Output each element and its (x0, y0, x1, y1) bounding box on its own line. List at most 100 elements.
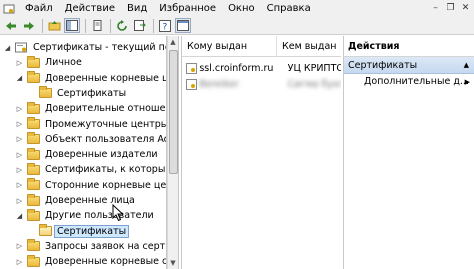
tree-item[interactable]: ▷ Доверительные отношения в (15, 101, 166, 116)
expand-arrow-icon[interactable]: ▷ (15, 258, 24, 266)
tree-item-label: Объект пользователя Active (45, 133, 166, 145)
menu-help[interactable]: Справка (261, 0, 317, 17)
show-hide-tree-icon[interactable] (64, 18, 80, 33)
expand-arrow-icon[interactable]: ▷ (15, 120, 24, 128)
folder-icon (38, 86, 52, 99)
tree-item[interactable]: ▷ Объект пользователя Active (15, 132, 166, 147)
tree-item-label: Запросы заявок на сертифик (45, 240, 166, 252)
tree-item-label: Сертификаты, к которым нет (45, 164, 166, 176)
collapse-arrow-icon[interactable]: ◢ (3, 44, 12, 52)
expand-arrow-icon[interactable]: ▷ (15, 197, 24, 205)
folder-icon (26, 208, 40, 221)
toolbar-separator (153, 18, 154, 33)
expand-arrow-icon[interactable]: ▷ (15, 166, 24, 174)
tree-item-label: Доверенные издатели (45, 149, 158, 161)
menu-bar: Файл Действие Вид Избранное Окно Справка… (0, 0, 474, 17)
copy-icon[interactable] (89, 18, 105, 33)
tree-item-label: Сертификаты - текущий пользов (33, 42, 166, 53)
cell-issued-by: УЦ КРИПТО-ПРО (287, 62, 341, 74)
cell-issued-to: Bereiker (199, 78, 239, 90)
toolbar-separator (85, 18, 86, 33)
tree-item[interactable]: ▷ Доверенные издатели (15, 147, 160, 162)
toolbar-separator (42, 18, 43, 33)
minimize-icon[interactable]: – (429, 2, 442, 14)
menu-file[interactable]: Файл (19, 0, 59, 17)
certificate-icon (186, 62, 198, 74)
tree-item[interactable]: ◢ Сертификаты - текущий пользов (3, 40, 166, 55)
folder-icon (26, 254, 40, 267)
list-header: Кому выдан Кем выдан (182, 36, 341, 57)
scroll-down-icon[interactable]: ▼ (168, 257, 178, 269)
action-more-actions[interactable]: Дополнительные д... ▶ (344, 74, 474, 90)
collapse-arrow-icon[interactable]: ▲ (464, 57, 469, 74)
expand-arrow-icon[interactable]: ▷ (15, 151, 24, 159)
column-issued-to[interactable]: Кому выдан (182, 36, 277, 57)
back-arrow-icon[interactable] (3, 18, 19, 33)
action-label: Дополнительные д... (364, 76, 469, 87)
folder-icon (26, 132, 40, 145)
tree-item[interactable]: Сертификаты (27, 86, 128, 101)
tree-scrollbar[interactable]: ▲ ▼ (167, 36, 179, 269)
help-icon[interactable]: ? (157, 18, 173, 33)
menu-action[interactable]: Действие (59, 0, 121, 17)
column-label: Кому выдан (187, 41, 248, 52)
tree-item-label: Личное (45, 57, 82, 69)
export-list-icon[interactable] (132, 18, 148, 33)
tree-item[interactable]: ▷ Сторонние корневые центры (15, 178, 166, 193)
tree-item[interactable]: ◢ Другие пользователи (15, 208, 156, 223)
expand-arrow-icon[interactable]: ▷ (15, 59, 24, 67)
expand-arrow-icon[interactable]: ▷ (15, 135, 24, 143)
up-folder-icon[interactable] (46, 18, 62, 33)
certificate-store-icon (14, 42, 28, 53)
table-row[interactable]: ssl.croinform.ru УЦ КРИПТО-ПРО (182, 60, 341, 76)
expand-arrow-icon[interactable]: ▷ (15, 105, 24, 113)
tree-item[interactable]: ▷ Доверенные корневые серти (15, 254, 166, 269)
tree-item-label: Другие пользователи (45, 210, 154, 222)
folder-icon (26, 147, 40, 160)
folder-icon (26, 193, 40, 206)
submenu-arrow-icon: ▶ (464, 78, 470, 86)
folder-icon (26, 178, 40, 191)
tree-item[interactable]: ▷ Сертификаты, к которым нет (15, 162, 166, 177)
certificate-icon (186, 78, 198, 90)
table-row[interactable]: Bereiker Сигма бухгал (182, 76, 341, 92)
scrollbar-thumb[interactable] (169, 50, 178, 174)
refresh-icon[interactable] (114, 18, 130, 33)
cell-issued-to: ssl.croinform.ru (199, 62, 274, 74)
expand-arrow-icon[interactable]: ▷ (15, 181, 24, 189)
restore-icon[interactable]: ❐ (444, 2, 457, 14)
toolbar: ? (0, 17, 474, 35)
collapse-arrow-icon[interactable]: ◢ (15, 74, 24, 82)
actions-pane: Действия Сертификаты ▲ Дополнительные д.… (343, 36, 474, 269)
expand-arrow-icon[interactable]: ▷ (15, 242, 24, 250)
column-label: Кем выдан (282, 41, 337, 52)
tree-item[interactable]: ▷ Личное (15, 55, 84, 70)
close-icon[interactable]: ✕ (459, 2, 472, 14)
forward-arrow-icon[interactable] (21, 18, 37, 33)
menu-window[interactable]: Окно (222, 0, 261, 17)
tree-item[interactable]: ◢ Доверенные корневые центр (15, 71, 166, 86)
tree-item-label: Доверенные корневые центр (45, 72, 166, 84)
collapse-arrow-icon[interactable]: ◢ (15, 212, 24, 220)
properties-icon[interactable] (175, 18, 191, 33)
actions-section-certificates[interactable]: Сертификаты ▲ (344, 57, 474, 74)
tree-item[interactable]: ▷ Запросы заявок на сертифик (15, 239, 166, 254)
folder-open-icon (38, 224, 52, 237)
toolbar-separator (110, 18, 111, 33)
svg-text:?: ? (163, 22, 168, 32)
certificate-list[interactable]: Кому выдан Кем выдан ssl.croinform.ru УЦ… (181, 36, 341, 269)
folder-icon (26, 117, 40, 130)
console-tree[interactable]: ◢ Сертификаты - текущий пользов ▷ Личное ◢ До… (0, 36, 167, 269)
tree-item[interactable]: Сертификаты (27, 224, 130, 239)
folder-icon (26, 162, 40, 175)
tree-item-label: Сертификаты (57, 87, 127, 99)
tree-item-label: Сертификаты (53, 224, 130, 238)
tree-item-label: Промежуточные центры серт (45, 118, 167, 130)
certificate-console-icon[interactable] (3, 3, 15, 15)
column-issued-by[interactable]: Кем выдан (277, 36, 341, 57)
menu-view[interactable]: Вид (121, 0, 153, 17)
menu-favorites[interactable]: Избранное (153, 0, 222, 17)
tree-item[interactable]: ▷ Промежуточные центры серт (15, 117, 167, 132)
scroll-up-icon[interactable]: ▲ (168, 36, 178, 48)
folder-icon (26, 71, 40, 84)
